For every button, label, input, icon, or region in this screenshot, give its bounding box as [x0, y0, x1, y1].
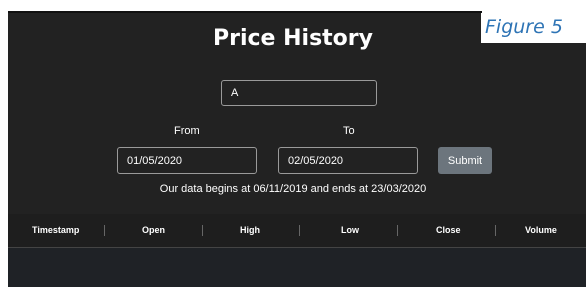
column-separator: [299, 225, 300, 236]
from-date-input[interactable]: [117, 147, 257, 174]
column-header-open[interactable]: Open: [142, 214, 165, 247]
column-separator: [495, 225, 496, 236]
column-header-close[interactable]: Close: [436, 214, 461, 247]
column-header-volume[interactable]: Volume: [525, 214, 557, 247]
data-range-notice: Our data begins at 06/11/2019 and ends a…: [159, 183, 427, 195]
page-title: Price History: [212, 26, 373, 51]
column-separator: [104, 225, 105, 236]
to-label: To: [343, 125, 355, 137]
column-separator: [202, 225, 203, 236]
column-header-timestamp[interactable]: Timestamp: [32, 214, 79, 247]
column-header-high[interactable]: High: [240, 214, 260, 247]
table-header: Timestamp Open High Low Close Volume: [8, 214, 586, 248]
symbol-input[interactable]: [221, 80, 377, 106]
column-separator: [397, 225, 398, 236]
table-body: [8, 248, 586, 287]
submit-button[interactable]: Submit: [438, 147, 492, 174]
from-label: From: [174, 125, 200, 137]
column-header-low[interactable]: Low: [341, 214, 359, 247]
to-date-input[interactable]: [278, 147, 418, 174]
